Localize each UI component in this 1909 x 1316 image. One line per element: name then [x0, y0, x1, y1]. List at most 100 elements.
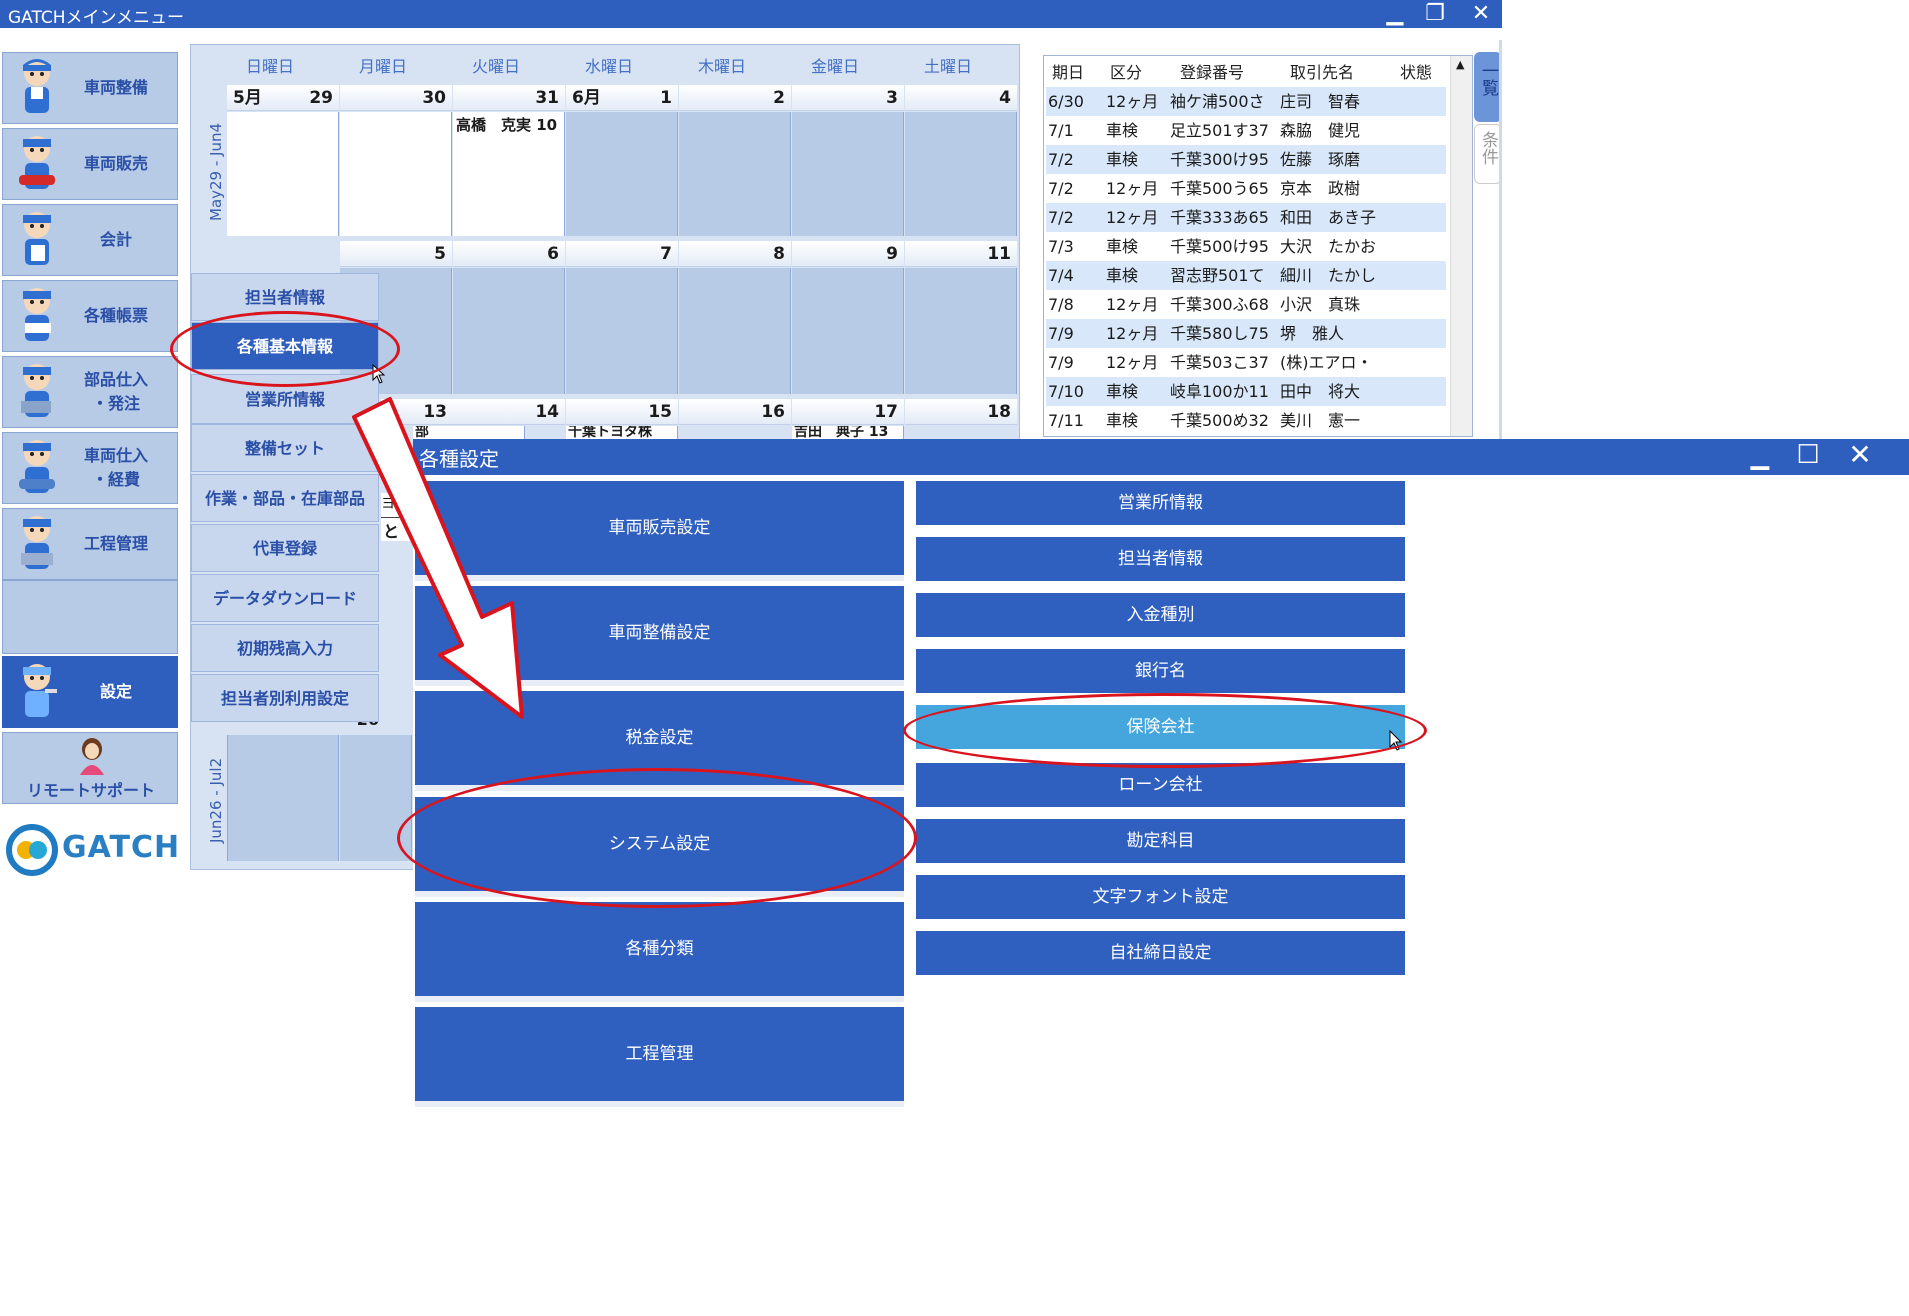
calendar-cell[interactable]: [792, 112, 904, 236]
calendar-day[interactable]: 18: [905, 399, 1017, 425]
calendar-day[interactable]: 6月 1: [566, 85, 678, 111]
list-row[interactable]: 7/9 12ヶ月 千葉503こ37 (株)エアロ・: [1046, 348, 1446, 378]
weekday-fri: 金曜日: [810, 57, 859, 76]
mascot-icon: [23, 59, 51, 113]
process-management-button[interactable]: 工程管理: [415, 1007, 904, 1107]
mascot-icon: [19, 136, 55, 189]
tab-conditions[interactable]: 条件: [1474, 124, 1502, 184]
staff-info-button[interactable]: 担当者情報: [916, 537, 1405, 581]
calendar-day[interactable]: 6: [453, 241, 565, 267]
list-row[interactable]: 7/9 12ヶ月 千葉580し75 堺 雅人: [1046, 319, 1446, 349]
calendar-cell[interactable]: 吉田 典子 13: [792, 426, 904, 440]
calendar-day[interactable]: 17: [792, 399, 904, 425]
calendar-cell[interactable]: [227, 112, 339, 236]
calendar-cell[interactable]: [679, 112, 791, 236]
list-row[interactable]: 7/11 車検 千葉500め32 美川 憲一: [1046, 406, 1446, 436]
calendar-event[interactable]: 高橋 克実 10: [456, 114, 557, 135]
main-window-title: GATCHメインメニュー: [8, 8, 185, 28]
list-row[interactable]: 7/2 12ヶ月 千葉333あ65 和田 あき子: [1046, 203, 1446, 233]
calendar-day[interactable]: 8: [679, 241, 791, 267]
calendar-day[interactable]: 11: [905, 241, 1017, 267]
font-settings-button[interactable]: 文字フォント設定: [916, 875, 1405, 919]
sidebar-item-parts-purchase[interactable]: 部品仕入 ・発注: [2, 356, 178, 428]
sidebar-item-vehicle-sales[interactable]: 車両販売: [2, 128, 178, 200]
weekday-thu: 木曜日: [697, 57, 746, 76]
calendar-cell[interactable]: [792, 268, 904, 394]
list-row[interactable]: 7/8 12ヶ月 千葉300ふ68 小沢 真珠: [1046, 290, 1446, 320]
column-header[interactable]: 登録番号: [1180, 58, 1244, 87]
classification-settings-button[interactable]: 各種分類: [415, 902, 904, 1002]
column-header[interactable]: 取引先名: [1290, 58, 1354, 87]
list-header: 期日 区分 登録番号 取引先名 状態: [1050, 58, 1450, 88]
sidebar-item-vehicle-purchase[interactable]: 車両仕入 ・経費: [2, 432, 178, 504]
calendar-cell[interactable]: [340, 112, 452, 236]
weekday-mon: 月曜日: [358, 57, 407, 76]
calendar-day[interactable]: 5: [340, 241, 452, 267]
calendar-cell[interactable]: [227, 735, 339, 861]
remote-support-button[interactable]: リモートサポート: [2, 732, 178, 804]
mascot-icon: [23, 288, 51, 341]
column-header[interactable]: 状態: [1400, 58, 1432, 87]
list-row[interactable]: 7/4 車検 習志野501て 細川 たかし: [1046, 261, 1446, 291]
list-scrollbar[interactable]: ▲: [1450, 56, 1472, 436]
calendar-cell[interactable]: [905, 112, 1017, 236]
maximize-icon[interactable]: ☐: [1793, 442, 1823, 468]
calendar-cell[interactable]: [566, 112, 678, 236]
sidebar-spacer: [2, 580, 178, 654]
calendar-day[interactable]: 4: [905, 85, 1017, 111]
calendar-day[interactable]: 15: [566, 399, 678, 425]
list-row[interactable]: 7/2 12ヶ月 千葉500う65 京本 政樹: [1046, 174, 1446, 204]
highlight-ellipse: [397, 768, 917, 908]
office-info-button[interactable]: 営業所情報: [916, 481, 1405, 525]
remote-support-label: リモートサポート: [26, 781, 155, 800]
mascot-icon: [19, 440, 55, 493]
scroll-up-icon[interactable]: ▲: [1456, 58, 1464, 71]
sidebar-item-label: 部品仕入 ・発注: [83, 370, 148, 413]
calendar-day[interactable]: 5月 29: [227, 85, 339, 111]
list-row[interactable]: 7/2 車検 千葉300け95 佐藤 琢磨: [1046, 145, 1446, 175]
main-window-titlebar: GATCHメインメニュー ▁ ❐ ✕: [0, 0, 1502, 28]
calendar-day[interactable]: 30: [340, 85, 452, 111]
calendar-event[interactable]: 吉田 典子 13: [794, 426, 888, 440]
calendar-day[interactable]: 9: [792, 241, 904, 267]
account-item-button[interactable]: 勘定科目: [916, 819, 1405, 863]
calendar-day[interactable]: 2: [679, 85, 791, 111]
restore-icon[interactable]: ❐: [1420, 2, 1450, 26]
loan-company-button[interactable]: ローン会社: [916, 763, 1405, 807]
sidebar-item-accounting[interactable]: 会計: [2, 204, 178, 276]
sidebar-item-settings[interactable]: 設定: [2, 656, 178, 728]
close-icon[interactable]: ✕: [1845, 441, 1875, 469]
minimize-icon[interactable]: ▁: [1380, 2, 1410, 26]
calendar-event[interactable]: 千葉トヨタ株: [568, 426, 652, 440]
tab-list[interactable]: 一覧: [1474, 52, 1502, 122]
column-header[interactable]: 区分: [1110, 58, 1142, 87]
calendar-cell[interactable]: 千葉トヨタ株: [566, 426, 678, 440]
calendar-cell[interactable]: [679, 268, 791, 394]
bank-name-button[interactable]: 銀行名: [916, 649, 1405, 693]
sidebar-item-label: 車両販売: [83, 154, 148, 173]
list-row[interactable]: 6/30 12ヶ月 袖ケ浦500さ 庄司 智春: [1046, 87, 1446, 117]
calendar-day[interactable]: 7: [566, 241, 678, 267]
list-row[interactable]: 7/3 車検 千葉500け95 大沢 たかお: [1046, 232, 1446, 262]
calendar-cell[interactable]: [566, 268, 678, 394]
calendar-day[interactable]: 31: [453, 85, 565, 111]
calendar-cell[interactable]: [905, 268, 1017, 394]
calendar-cell[interactable]: 高橋 克実 10: [453, 112, 565, 236]
column-header[interactable]: 期日: [1052, 58, 1084, 87]
calendar-cell[interactable]: [453, 268, 565, 394]
closing-date-button[interactable]: 自社締日設定: [916, 931, 1405, 975]
close-icon[interactable]: ✕: [1466, 2, 1496, 26]
sidebar-item-process-management[interactable]: 工程管理: [2, 508, 178, 580]
sidebar-item-vehicle-maintenance[interactable]: 車両整備: [2, 52, 178, 124]
list-row[interactable]: 7/1 車検 足立501す37 森脇 健児: [1046, 116, 1446, 146]
sidebar-item-forms[interactable]: 各種帳票: [2, 280, 178, 352]
gatch-logo-text: GATCH: [62, 830, 181, 865]
calendar-day[interactable]: 3: [792, 85, 904, 111]
list-row[interactable]: 7/10 車検 岐阜100か11 田中 将大: [1046, 377, 1446, 407]
payment-type-button[interactable]: 入金種別: [916, 593, 1405, 637]
mascot-icon: [21, 364, 51, 417]
sidebar-item-label: 設定: [99, 682, 132, 701]
minimize-icon[interactable]: ▁: [1745, 444, 1775, 468]
calendar-day[interactable]: 16: [679, 399, 791, 425]
panel-divider: [1499, 40, 1502, 440]
